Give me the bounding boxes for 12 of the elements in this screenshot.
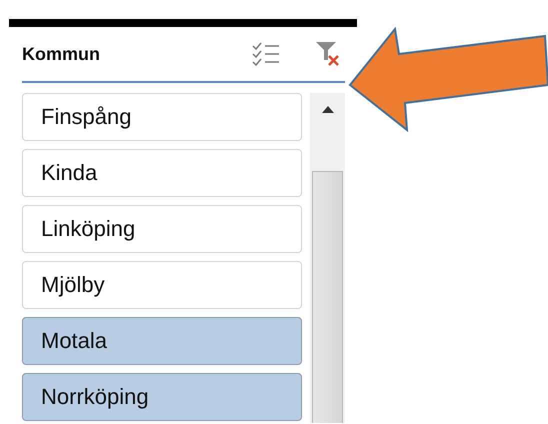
slicer-item[interactable]: Norrköping xyxy=(22,373,302,421)
scroll-thumb[interactable] xyxy=(312,171,343,423)
scrollbar[interactable] xyxy=(310,93,345,423)
scroll-up-icon[interactable] xyxy=(322,106,334,113)
slicer-item[interactable]: Linköping xyxy=(22,205,302,253)
slicer-item[interactable]: Kinda xyxy=(22,149,302,197)
slicer-item[interactable]: Mjölby xyxy=(22,261,302,309)
slicer-title: Kommun xyxy=(22,44,100,64)
multi-select-icon[interactable] xyxy=(251,42,281,66)
clear-filter-icon[interactable] xyxy=(315,41,341,67)
slicer-item[interactable]: Motala xyxy=(22,317,302,365)
slicer-item[interactable]: Finspång xyxy=(22,93,302,141)
